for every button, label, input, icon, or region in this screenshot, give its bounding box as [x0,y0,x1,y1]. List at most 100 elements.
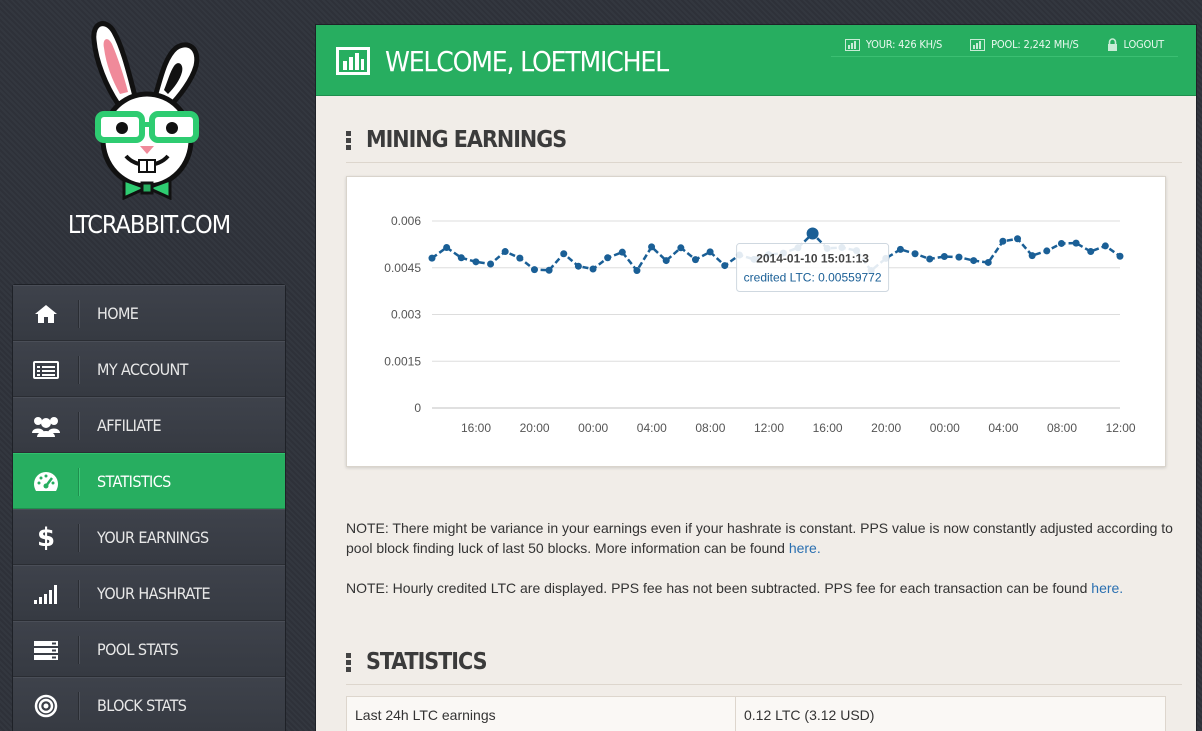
mining-earnings-heading: MINING EARNINGS [346,123,1182,163]
x-tick-label: 04:00 [988,421,1018,435]
x-tick-label: 20:00 [871,421,901,435]
site-name[interactable]: LTCRABBIT.COM [0,210,298,239]
table-cell-label: Last 24h LTC earnings [347,697,736,731]
earnings-line-chart[interactable]: 0.006 0.0045 0.003 0.0015 0 16:00 20:00 00:00 04… [347,177,1165,466]
tooltip-value: credited LTC: 0.00559772 [744,271,882,285]
nav-label: AFFILIATE [97,416,162,435]
data-point [516,254,524,262]
nav-label: POOL STATS [97,640,179,659]
users-group-icon [32,416,60,437]
target-icon [34,694,58,717]
page-header: WELCOME, LOETMICHEL YOUR: 426 KH/S POOL:… [316,25,1196,96]
nav-label: YOUR EARNINGS [97,528,209,547]
y-tick-label: 0.0015 [384,354,421,368]
pool-hashrate-text: POOL: 2,242 MH/S [991,38,1079,51]
earnings-chart: 0.006 0.0045 0.003 0.0015 0 16:00 20:00 00:00 04… [346,176,1166,467]
data-point [560,250,568,258]
rabbit-logo-icon [91,21,200,200]
more-info-link[interactable]: here. [789,540,821,556]
data-point [984,258,992,266]
data-point [1101,242,1109,250]
y-tick-label: 0.006 [391,214,421,228]
server-stack-icon [34,640,58,660]
data-point [677,244,685,252]
main-panel: WELCOME, LOETMICHEL YOUR: 426 KH/S POOL:… [315,24,1197,731]
highlighted-point [806,227,819,240]
x-tick-label: 12:00 [754,421,784,435]
data-point [574,262,582,270]
data-point [618,248,626,256]
statistics-heading: STATISTICS [346,645,1182,685]
nav-item-my-account[interactable]: MY ACCOUNT [13,341,285,397]
nav-label: YOUR HASHRATE [97,584,211,603]
bar-chart-icon [336,47,370,75]
data-point [633,267,641,275]
your-hashrate-indicator[interactable]: YOUR: 426 KH/S [831,33,956,56]
note-text: NOTE: Hourly credited LTC are displayed.… [346,580,1092,596]
data-point [589,265,597,273]
x-tick-label: 12:00 [1106,421,1136,435]
sidebar: LTCRABBIT.COM HOME MY ACCOUNT AFFILIATE … [0,0,300,731]
pool-hashrate-indicator[interactable]: POOL: 2,242 MH/S [956,33,1092,56]
nav-item-block-stats[interactable]: BLOCK STATS [13,677,285,731]
data-point [487,260,495,268]
nav-label: HOME [97,304,139,323]
data-point [428,254,436,262]
data-point [926,255,934,263]
data-point [457,254,465,262]
section-title: STATISTICS [366,649,487,675]
data-point [1116,252,1124,260]
nav-item-your-hashrate[interactable]: YOUR HASHRATE [13,565,285,621]
lock-icon [1107,38,1117,51]
statistics-table: Last 24h LTC earnings 0.12 LTC (3.12 USD… [346,696,1166,731]
pps-fee-link[interactable]: here. [1091,580,1123,596]
nav-item-home[interactable]: HOME [13,285,285,341]
x-tick-label: 20:00 [520,421,550,435]
nav-label: MY ACCOUNT [97,360,188,379]
logout-text: LOGOUT [1123,38,1165,51]
data-point [648,243,656,251]
data-point [545,266,553,274]
data-point [1014,235,1022,243]
data-point [940,253,948,261]
notes: NOTE: There might be variance in your ea… [346,518,1186,618]
x-tick-label: 08:00 [695,421,725,435]
data-point [1072,239,1080,247]
x-tick-label: 08:00 [1047,421,1077,435]
x-tick-label: 16:00 [813,421,843,435]
data-point [955,253,963,261]
signal-bars-icon [34,584,57,604]
header-topbar: YOUR: 426 KH/S POOL: 2,242 MH/S LOGOUT [830,33,1178,57]
logo[interactable] [0,18,298,200]
nav-item-statistics[interactable]: STATISTICS [13,453,285,509]
vertical-dots-icon [346,653,351,674]
x-tick-label: 00:00 [930,421,960,435]
section-title: MINING EARNINGS [366,127,567,153]
logout-link[interactable]: LOGOUT [1093,33,1178,56]
chart-mini-icon [844,38,860,51]
data-point [1087,248,1095,256]
data-point [472,258,480,266]
data-point [1057,239,1065,247]
dashboard-gauge-icon [34,471,58,491]
note-text: NOTE: There might be variance in your ea… [346,520,1173,556]
x-tick-label: 00:00 [578,421,608,435]
main-nav: HOME MY ACCOUNT AFFILIATE STATISTICS $ Y… [12,284,286,731]
home-icon [35,304,57,323]
data-point [721,262,729,270]
data-point [896,245,904,253]
note-pps-fee: NOTE: Hourly credited LTC are displayed.… [346,578,1186,598]
page-title: WELCOME, LOETMICHEL [385,45,669,78]
y-tick-label: 0.003 [391,308,421,322]
nav-item-your-earnings[interactable]: $ YOUR EARNINGS [13,509,285,565]
y-tick-label: 0.0045 [384,261,421,275]
nav-item-pool-stats[interactable]: POOL STATS [13,621,285,677]
data-point [999,237,1007,245]
data-point [662,257,670,265]
data-point [970,257,978,265]
chart-mini-icon [970,38,986,51]
table-cell-value: 0.12 LTC (3.12 USD) [744,707,875,723]
tooltip-date: 2014-01-10 15:01:13 [756,252,869,266]
your-hashrate-text: YOUR: 426 KH/S [865,38,943,51]
nav-item-affiliate[interactable]: AFFILIATE [13,397,285,453]
